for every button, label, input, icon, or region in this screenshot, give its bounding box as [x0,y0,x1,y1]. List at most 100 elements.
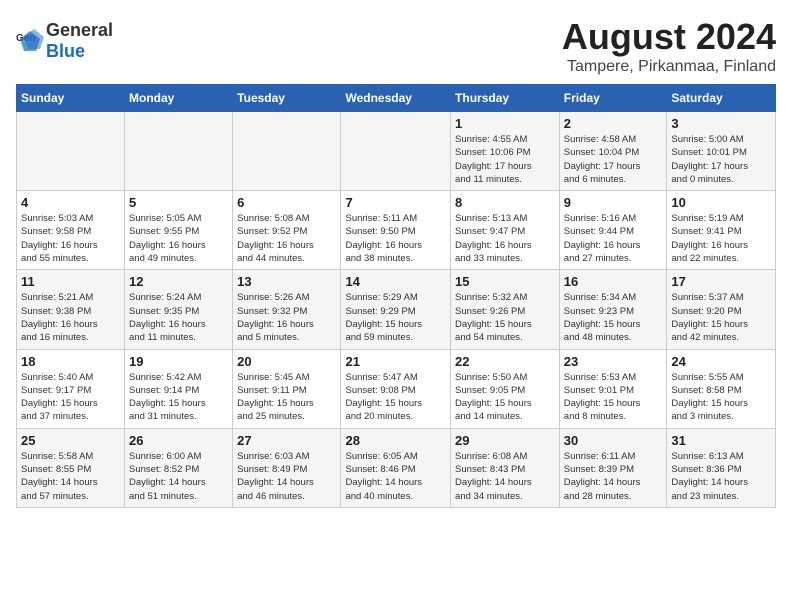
day-detail: Sunrise: 5:34 AMSunset: 9:23 PMDaylight:… [564,291,663,344]
day-detail: Sunrise: 6:11 AMSunset: 8:39 PMDaylight:… [564,450,663,503]
day-cell: 18 Sunrise: 5:40 AMSunset: 9:17 PMDayligh… [17,349,125,428]
header-row: SundayMondayTuesdayWednesdayThursdayFrid… [17,85,776,112]
day-cell: 20 Sunrise: 5:45 AMSunset: 9:11 PMDayligh… [233,349,341,428]
day-number: 21 [345,354,446,369]
day-detail: Sunrise: 5:45 AMSunset: 9:11 PMDaylight:… [237,371,336,424]
day-cell [17,112,125,191]
week-row-4: 18 Sunrise: 5:40 AMSunset: 9:17 PMDayligh… [17,349,776,428]
calendar-table: SundayMondayTuesdayWednesdayThursdayFrid… [16,84,776,508]
day-number: 10 [671,195,771,210]
column-header-wednesday: Wednesday [341,85,451,112]
day-cell: 27 Sunrise: 6:03 AMSunset: 8:49 PMDayligh… [233,428,341,507]
day-detail: Sunrise: 5:16 AMSunset: 9:44 PMDaylight:… [564,212,663,265]
day-number: 22 [455,354,555,369]
day-number: 25 [21,433,120,448]
day-detail: Sunrise: 6:13 AMSunset: 8:36 PMDaylight:… [671,450,771,503]
day-number: 9 [564,195,663,210]
day-number: 14 [345,274,446,289]
logo: Gen General Blue [16,20,113,62]
day-detail: Sunrise: 5:13 AMSunset: 9:47 PMDaylight:… [455,212,555,265]
day-number: 30 [564,433,663,448]
day-number: 20 [237,354,336,369]
day-cell: 11 Sunrise: 5:21 AMSunset: 9:38 PMDayligh… [17,270,125,349]
day-number: 26 [129,433,228,448]
day-detail: Sunrise: 5:08 AMSunset: 9:52 PMDaylight:… [237,212,336,265]
header: Gen General Blue August 2024 Tampere, Pi… [16,16,776,76]
column-header-tuesday: Tuesday [233,85,341,112]
day-detail: Sunrise: 4:58 AMSunset: 10:04 PMDaylight… [564,133,663,186]
day-number: 27 [237,433,336,448]
day-cell: 6 Sunrise: 5:08 AMSunset: 9:52 PMDaylight… [233,191,341,270]
day-detail: Sunrise: 6:05 AMSunset: 8:46 PMDaylight:… [345,450,446,503]
day-detail: Sunrise: 5:21 AMSunset: 9:38 PMDaylight:… [21,291,120,344]
day-cell: 21Sunrise: 5:47 AMSunset: 9:08 PMDayligh… [341,349,451,428]
day-number: 1 [455,116,555,131]
day-number: 18 [21,354,120,369]
day-detail: Sunrise: 6:08 AMSunset: 8:43 PMDaylight:… [455,450,555,503]
day-cell: 1 Sunrise: 4:55 AMSunset: 10:06 PMDayligh… [451,112,560,191]
day-detail: Sunrise: 5:03 AMSunset: 9:58 PMDaylight:… [21,212,120,265]
day-detail: Sunrise: 5:50 AMSunset: 9:05 PMDaylight:… [455,371,555,424]
day-cell: 15 Sunrise: 5:32 AMSunset: 9:26 PMDayligh… [451,270,560,349]
day-detail: Sunrise: 5:00 AMSunset: 10:01 PMDaylight… [671,133,771,186]
day-number: 7 [345,195,446,210]
day-number: 6 [237,195,336,210]
day-number: 29 [455,433,555,448]
day-number: 8 [455,195,555,210]
day-cell: 16Sunrise: 5:34 AMSunset: 9:23 PMDayligh… [559,270,667,349]
day-detail: Sunrise: 4:55 AMSunset: 10:06 PMDaylight… [455,133,555,186]
day-number: 13 [237,274,336,289]
day-number: 11 [21,274,120,289]
day-cell: 31 Sunrise: 6:13 AMSunset: 8:36 PMDayligh… [667,428,776,507]
day-detail: Sunrise: 5:11 AMSunset: 9:50 PMDaylight:… [345,212,446,265]
day-cell: 13 Sunrise: 5:26 AMSunset: 9:32 PMDayligh… [233,270,341,349]
day-number: 4 [21,195,120,210]
column-header-monday: Monday [125,85,233,112]
day-detail: Sunrise: 5:37 AMSunset: 9:20 PMDaylight:… [671,291,771,344]
day-cell: 5 Sunrise: 5:05 AMSunset: 9:55 PMDaylight… [125,191,233,270]
subtitle: Tampere, Pirkanmaa, Finland [562,58,776,76]
day-detail: Sunrise: 5:42 AMSunset: 9:14 PMDaylight:… [129,371,228,424]
day-cell: 29 Sunrise: 6:08 AMSunset: 8:43 PMDayligh… [451,428,560,507]
day-cell: 7 Sunrise: 5:11 AMSunset: 9:50 PMDaylight… [341,191,451,270]
day-cell: 4 Sunrise: 5:03 AMSunset: 9:58 PMDaylight… [17,191,125,270]
day-cell: 25Sunrise: 5:58 AMSunset: 8:55 PMDayligh… [17,428,125,507]
day-cell: 9 Sunrise: 5:16 AMSunset: 9:44 PMDaylight… [559,191,667,270]
logo-general: General [46,20,113,40]
logo-blue: Blue [46,41,85,61]
day-detail: Sunrise: 5:40 AMSunset: 9:17 PMDaylight:… [21,371,120,424]
logo-text: General Blue [46,20,113,62]
week-row-2: 4 Sunrise: 5:03 AMSunset: 9:58 PMDaylight… [17,191,776,270]
day-cell: 10 Sunrise: 5:19 AMSunset: 9:41 PMDayligh… [667,191,776,270]
day-detail: Sunrise: 5:26 AMSunset: 9:32 PMDaylight:… [237,291,336,344]
day-number: 15 [455,274,555,289]
column-header-friday: Friday [559,85,667,112]
day-detail: Sunrise: 5:24 AMSunset: 9:35 PMDaylight:… [129,291,228,344]
column-header-saturday: Saturday [667,85,776,112]
day-detail: Sunrise: 5:53 AMSunset: 9:01 PMDaylight:… [564,371,663,424]
day-number: 5 [129,195,228,210]
title-area: August 2024 Tampere, Pirkanmaa, Finland [562,16,776,76]
day-detail: Sunrise: 5:29 AMSunset: 9:29 PMDaylight:… [345,291,446,344]
day-detail: Sunrise: 5:55 AMSunset: 8:58 PMDaylight:… [671,371,771,424]
day-cell: 2Sunrise: 4:58 AMSunset: 10:04 PMDayligh… [559,112,667,191]
day-detail: Sunrise: 5:32 AMSunset: 9:26 PMDaylight:… [455,291,555,344]
day-detail: Sunrise: 5:19 AMSunset: 9:41 PMDaylight:… [671,212,771,265]
column-header-sunday: Sunday [17,85,125,112]
day-detail: Sunrise: 6:03 AMSunset: 8:49 PMDaylight:… [237,450,336,503]
day-cell: 8 Sunrise: 5:13 AMSunset: 9:47 PMDaylight… [451,191,560,270]
day-number: 19 [129,354,228,369]
day-number: 31 [671,433,771,448]
day-cell: 26 Sunrise: 6:00 AMSunset: 8:52 PMDayligh… [125,428,233,507]
calendar-body: 1 Sunrise: 4:55 AMSunset: 10:06 PMDayligh… [17,112,776,508]
day-detail: Sunrise: 6:00 AMSunset: 8:52 PMDaylight:… [129,450,228,503]
day-cell: 28Sunrise: 6:05 AMSunset: 8:46 PMDayligh… [341,428,451,507]
day-cell: 23Sunrise: 5:53 AMSunset: 9:01 PMDayligh… [559,349,667,428]
logo-icon: Gen [16,27,44,55]
day-cell [341,112,451,191]
main-title: August 2024 [562,16,776,58]
day-cell: 30 Sunrise: 6:11 AMSunset: 8:39 PMDayligh… [559,428,667,507]
day-number: 3 [671,116,771,131]
day-detail: Sunrise: 5:05 AMSunset: 9:55 PMDaylight:… [129,212,228,265]
day-cell: 17Sunrise: 5:37 AMSunset: 9:20 PMDayligh… [667,270,776,349]
